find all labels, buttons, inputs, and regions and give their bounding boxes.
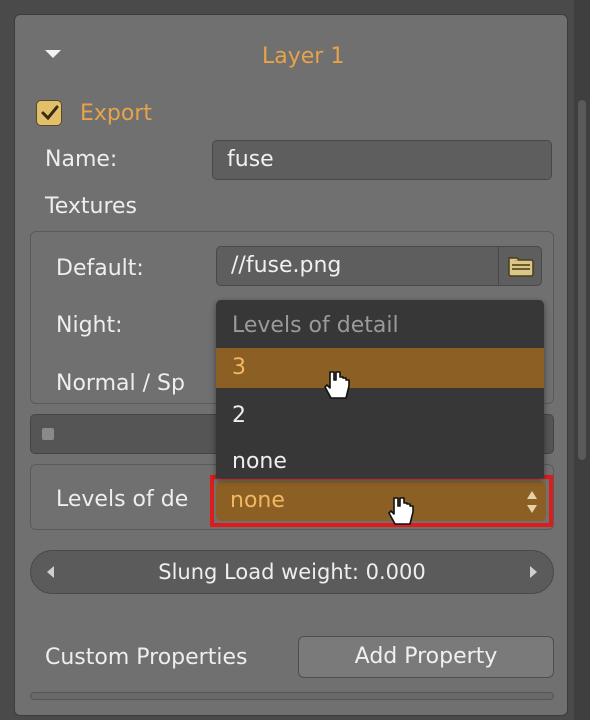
dropdown-option-none[interactable]: none [216,442,544,482]
normal-texture-label: Normal / Sp [56,371,185,396]
collapse-triangle-icon[interactable] [45,50,61,58]
layer-title: Layer 1 [262,44,345,69]
highlight-box [210,475,553,527]
checkmark-icon [41,105,59,121]
folder-icon [508,257,534,277]
default-texture-label: Default: [56,256,144,281]
lod-label: Levels of de [56,487,189,512]
scrollbar[interactable] [578,100,586,460]
export-checkbox[interactable] [36,100,62,126]
increment-arrow-icon[interactable] [530,566,537,578]
dropdown-header: Levels of detail [232,313,399,338]
dropdown-option-3[interactable]: 3 [216,348,544,388]
name-label: Name: [45,147,118,172]
default-texture-field[interactable]: //fuse.png [216,246,500,286]
night-texture-label: Night: [56,313,123,338]
add-property-button[interactable]: Add Property [298,636,554,678]
textures-label: Textures [45,194,137,219]
dropdown-option-2[interactable]: 2 [216,396,544,436]
name-field[interactable]: fuse [212,140,552,180]
export-label: Export [80,101,153,126]
folder-browse-button[interactable] [498,246,542,286]
slider-text: Slung Load weight: 0.000 [158,560,426,584]
custom-properties-label: Custom Properties [45,645,248,670]
small-checkbox[interactable] [42,428,54,440]
lod-dropdown-menu: Levels of detail 3 2 none [216,300,544,478]
bottom-divider [30,692,554,700]
